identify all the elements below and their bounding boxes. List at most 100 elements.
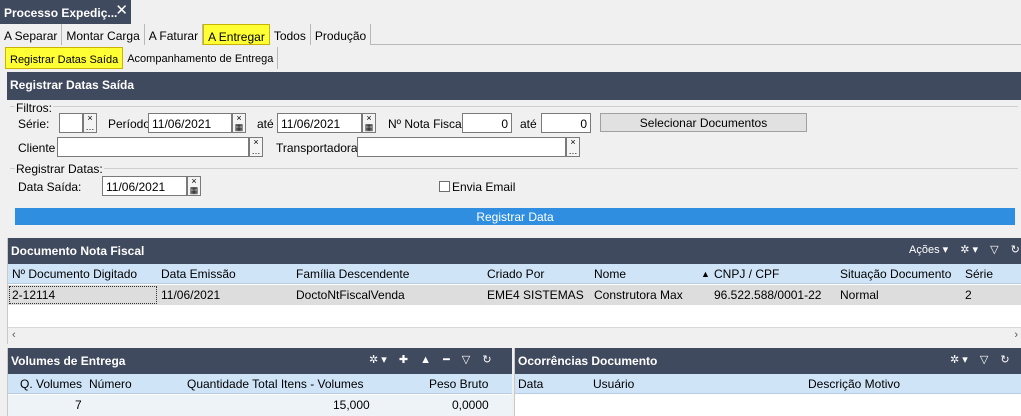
- tab-a-separar[interactable]: A Separar: [0, 24, 63, 45]
- filter-icon[interactable]: ▽: [990, 243, 998, 256]
- filtros-label: Filtros:: [15, 101, 53, 115]
- calendar-icon: ▦: [364, 122, 374, 132]
- col-q-volumes[interactable]: Q. Volumes: [20, 377, 82, 391]
- col-quantidade-total[interactable]: Quantidade Total Itens - Volumes: [187, 377, 364, 391]
- settings-dropdown-icon[interactable]: ✲ ▾: [369, 353, 387, 366]
- calendar-icon: ▦: [234, 122, 244, 132]
- cliente-input[interactable]: [57, 137, 249, 157]
- tab-montar-carga[interactable]: Montar Carga: [62, 24, 145, 45]
- table-row[interactable]: 2-12114 11/06/2021 DoctoNtFiscalVenda EM…: [8, 285, 1021, 305]
- ellipsis-icon: …: [568, 146, 578, 156]
- data-saida-calendar-button[interactable]: × ▦: [187, 176, 201, 196]
- add-icon[interactable]: ✚: [399, 353, 408, 366]
- tab-todos[interactable]: Todos: [269, 24, 311, 45]
- registrar-title: Registrar Datas Saída: [10, 78, 135, 92]
- serie-lookup-button[interactable]: ×…: [83, 113, 97, 133]
- transportadora-lookup-button[interactable]: ×…: [566, 137, 580, 157]
- col-data[interactable]: Data: [518, 377, 543, 391]
- volumes-title: Volumes de Entrega: [11, 354, 126, 368]
- ate2-label: até: [520, 117, 537, 131]
- cliente-label: Cliente: [18, 141, 56, 155]
- ellipsis-icon: …: [251, 146, 261, 156]
- refresh-icon[interactable]: ↻: [1000, 353, 1009, 366]
- filtros-divider: [10, 106, 1018, 107]
- nota-de-input[interactable]: 0: [462, 113, 512, 133]
- acoes-menu[interactable]: Ações ▾: [909, 243, 948, 256]
- col-criado-por[interactable]: Criado Por: [487, 267, 544, 281]
- table-row[interactable]: 7 15,000 0,0000: [8, 395, 512, 416]
- sub-tab-bar: Registrar Datas Saída Acompanhamento de …: [0, 47, 1021, 69]
- close-icon[interactable]: ✕: [115, 1, 128, 19]
- cell-nome: Construtora Max: [594, 288, 683, 302]
- documento-horizontal-scrollbar[interactable]: ‹ ›: [8, 327, 1021, 344]
- filter-icon[interactable]: ▽: [462, 353, 470, 366]
- col-usuario[interactable]: Usuário: [593, 377, 634, 391]
- volumes-panel: Volumes de Entrega ✲ ▾ ✚ ▲ ━ ▽ ↻ Q. Volu…: [7, 348, 512, 416]
- tab-a-entregar[interactable]: A Entregar: [203, 24, 270, 45]
- scroll-left-icon[interactable]: ‹: [12, 329, 16, 341]
- settings-dropdown-icon[interactable]: ✲ ▾: [960, 243, 978, 256]
- periodo-de-input[interactable]: 11/06/2021: [148, 113, 232, 133]
- data-saida-label: Data Saída:: [18, 180, 82, 194]
- documento-panel: Documento Nota Fiscal Ações ▾ ✲ ▾ ▽ ↻ Nº…: [7, 238, 1021, 344]
- col-descricao-motivo[interactable]: Descrição Motivo: [808, 377, 900, 391]
- cell-serie: 2: [965, 288, 972, 302]
- selecionar-documentos-button[interactable]: Selecionar Documentos: [600, 113, 807, 132]
- envia-email-checkbox[interactable]: [439, 181, 450, 192]
- window-tab-bar: [131, 0, 1021, 24]
- cliente-lookup-button[interactable]: ×…: [249, 137, 263, 157]
- periodo-de-calendar-button[interactable]: × ▦: [232, 113, 246, 133]
- settings-dropdown-icon[interactable]: ✲ ▾: [950, 353, 968, 366]
- periodo-ate-input[interactable]: 11/06/2021: [277, 113, 362, 133]
- col-familia-descendente[interactable]: Família Descendente: [296, 267, 409, 281]
- cell-peso-bruto: 0,0000: [452, 398, 489, 412]
- periodo-ate-calendar-button[interactable]: × ▦: [362, 113, 376, 133]
- cell-situacao: Normal: [840, 288, 879, 302]
- cell-cnpj: 96.522.588/0001-22: [714, 288, 822, 302]
- col-situacao-documento[interactable]: Situação Documento: [840, 267, 951, 281]
- col-data-emissao[interactable]: Data Emissão: [161, 267, 236, 281]
- col-n-documento[interactable]: Nº Documento Digitado: [12, 267, 137, 281]
- transportadora-input[interactable]: [357, 137, 566, 157]
- serie-input[interactable]: [59, 113, 83, 133]
- col-cnpj-cpf[interactable]: CNPJ / CPF: [714, 267, 779, 281]
- data-saida-input[interactable]: 11/06/2021: [102, 176, 187, 196]
- filter-icon[interactable]: ▽: [980, 353, 988, 366]
- scroll-right-icon[interactable]: ›: [1014, 329, 1018, 341]
- refresh-icon[interactable]: ↻: [1011, 243, 1020, 256]
- ate1-label: até: [257, 117, 274, 131]
- nota-ate-input[interactable]: 0: [541, 113, 591, 133]
- tab-registrar-datas-saida[interactable]: Registrar Datas Saída: [5, 47, 124, 69]
- tab-acompanhamento-entrega[interactable]: Acompanhamento de Entrega: [123, 47, 279, 69]
- registrar-data-button[interactable]: Registrar Data: [15, 208, 1015, 225]
- ocorrencias-toolbar: ✲ ▾ ▽ ↻: [941, 353, 1010, 366]
- sort-asc-icon: ▲: [701, 269, 710, 279]
- ocorrencias-title: Ocorrências Documento: [518, 354, 658, 368]
- col-peso-bruto[interactable]: Peso Bruto: [429, 377, 488, 391]
- col-numero[interactable]: Número: [89, 377, 132, 391]
- acoes-label: Ações: [909, 244, 940, 256]
- col-nome[interactable]: Nome: [594, 267, 626, 281]
- tab-producao[interactable]: Produção: [310, 24, 372, 45]
- documento-header: Documento Nota Fiscal: [8, 238, 1021, 264]
- window-tab[interactable]: Processo Expediç... ✕: [0, 0, 131, 24]
- up-icon[interactable]: ▲: [420, 354, 431, 366]
- registrar-datas-divider: [10, 168, 1018, 169]
- volumes-toolbar: ✲ ▾ ✚ ▲ ━ ▽ ↻: [360, 353, 492, 366]
- calendar-icon: ▦: [189, 185, 199, 195]
- cell-data-emissao: 11/06/2021: [161, 288, 221, 302]
- remove-icon[interactable]: ━: [443, 353, 450, 366]
- refresh-icon[interactable]: ↻: [482, 353, 491, 366]
- cell-n-documento: 2-12114: [12, 288, 56, 302]
- cell-q-volumes: 7: [75, 398, 82, 412]
- tab-a-faturar[interactable]: A Faturar: [144, 24, 204, 45]
- main-tab-bar: A Separar Montar Carga A Faturar A Entre…: [0, 24, 1021, 45]
- cell-criado-por: EME4 SISTEMAS: [487, 288, 584, 302]
- cell-familia: DoctoNtFiscalVenda: [296, 288, 405, 302]
- ellipsis-icon: …: [85, 122, 95, 132]
- col-serie[interactable]: Série: [965, 267, 993, 281]
- window-title: Processo Expediç...: [4, 6, 118, 20]
- periodo-label: Período: [108, 117, 151, 131]
- registrar-panel: Registrar Datas Saída Filtros: Série: ×……: [7, 72, 1021, 237]
- nota-fiscal-label: Nº Nota Fiscal: [388, 117, 465, 131]
